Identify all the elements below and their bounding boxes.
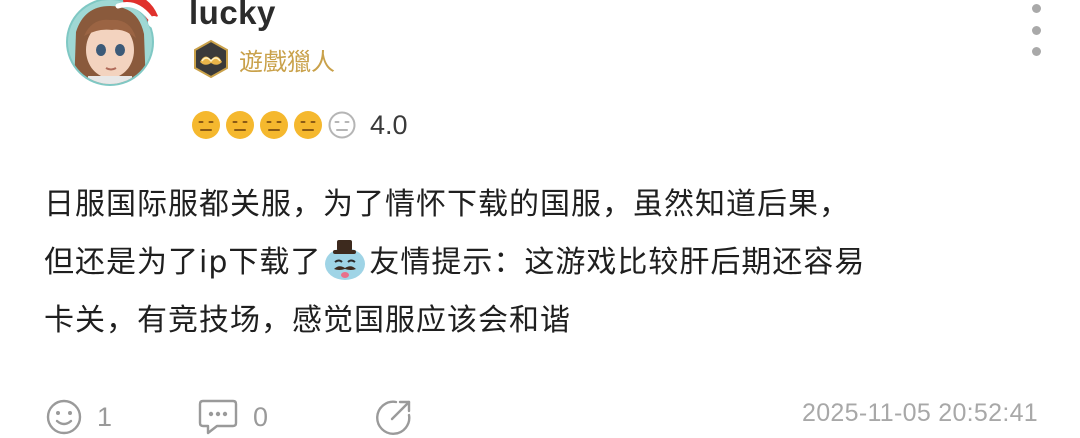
review-text-segment: 友情提示：这游戏比较肝后期还容易 <box>369 245 866 280</box>
rating-face-empty-icon <box>328 111 356 139</box>
more-options-button[interactable] <box>1022 4 1050 56</box>
user-avatar[interactable] <box>64 0 160 88</box>
comment-bubble-icon <box>198 399 238 435</box>
gentleman-face-emoji-icon <box>322 236 368 282</box>
review-line: 但还是为了ip下载了 友情提示：这游戏比较肝后期还容易 <box>44 234 1044 292</box>
review-line: 日服国际服都关服，为了情怀下载的国服，虽然知道后果， <box>44 187 850 222</box>
review-line: 卡关，有竞技场，感觉国服应该会和谐 <box>44 303 571 338</box>
rating-face-filled-icon <box>260 111 288 139</box>
more-dot-icon <box>1031 4 1041 13</box>
hunter-badge-icon <box>194 39 228 79</box>
more-dot-icon <box>1031 47 1041 56</box>
post-timestamp: 2025-11-05 20:52:41 <box>802 399 1038 427</box>
badge-label: 遊戲獵人 <box>239 47 335 76</box>
rating-value: 4.0 <box>370 109 408 140</box>
user-badge: 遊戲獵人 <box>191 39 335 79</box>
rating-face-filled-icon <box>192 111 220 139</box>
rating-face-filled-icon <box>294 111 322 139</box>
rating-faces <box>190 109 360 141</box>
comment-button[interactable]: 0 <box>197 394 268 438</box>
more-dot-icon <box>1031 25 1041 35</box>
review-text: 日服国际服都关服，为了情怀下载的国服，虽然知道后果， 但还是为了ip下载了 友情… <box>44 176 1044 350</box>
share-icon <box>376 400 411 435</box>
share-button[interactable] <box>374 394 414 438</box>
username[interactable]: lucky <box>189 0 276 32</box>
smile-icon <box>46 399 82 435</box>
like-button[interactable]: 1 <box>45 394 112 438</box>
rating-row: 4.0 <box>190 107 408 143</box>
review-text-segment: 但还是为了ip下载了 <box>44 245 322 280</box>
like-count: 1 <box>97 401 113 432</box>
comment-count: 0 <box>253 401 269 432</box>
rating-face-filled-icon <box>226 111 254 139</box>
